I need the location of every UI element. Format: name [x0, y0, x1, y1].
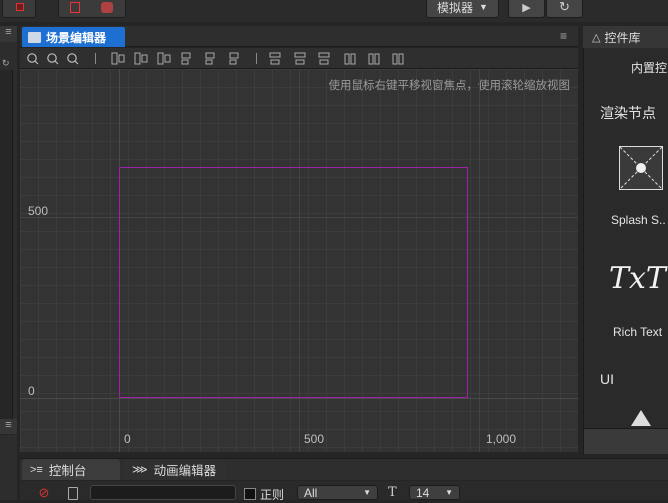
x-label-500: 500: [304, 432, 325, 446]
tab-scene-editor-label: 场景编辑器: [46, 30, 107, 45]
chevron-down-icon: ▼: [479, 2, 488, 12]
design-resolution-rect: [119, 167, 468, 398]
x-label-1000: 1,000: [486, 432, 517, 446]
tab-console-label: 控制台: [48, 464, 87, 478]
transform-tools-group[interactable]: [58, 0, 126, 18]
section-ui: UI: [600, 371, 614, 387]
simulator-dropdown[interactable]: 模拟器 ▼: [426, 0, 499, 18]
menu-icon[interactable]: ≡: [0, 419, 17, 434]
tab-console[interactable]: >≡ 控制台: [22, 459, 120, 480]
log-level-value: All: [304, 485, 318, 500]
scene-gizmo-button[interactable]: [2, 0, 36, 18]
clear-console-icon[interactable]: ⊘: [36, 485, 52, 500]
widget-label-splash: Splash S..: [611, 213, 666, 227]
font-size-icon: T: [388, 485, 397, 500]
console-search-input[interactable]: [90, 485, 236, 500]
image-icon: [28, 31, 41, 43]
widget-label-rich-text: Rich Text: [613, 325, 663, 339]
chevron-down-icon: ▼: [363, 488, 371, 497]
splash-sprite-glyph: [619, 146, 663, 190]
asset-panel-header: △ 控件库: [583, 26, 668, 48]
regex-label: 正则: [260, 488, 285, 502]
triangle-icon: △: [592, 31, 601, 44]
move-tool-icon: [101, 2, 113, 13]
scene-toolbar-icons: [27, 52, 404, 65]
left-panel-strip: ≡ ↻ ≡: [0, 26, 17, 500]
simulator-label: 模拟器: [437, 0, 474, 15]
refresh-button[interactable]: ↻: [546, 0, 583, 18]
regex-checkbox[interactable]: [244, 488, 256, 500]
section-render-nodes: 渲染节点: [600, 105, 656, 121]
y-label-0: 0: [28, 384, 35, 398]
gridline-1000-x: [479, 69, 480, 452]
x-label-0: 0: [124, 432, 131, 446]
tab-animation-editor[interactable]: ⋙ 动画编辑器: [124, 459, 226, 480]
refresh-icon[interactable]: ↻: [2, 58, 10, 69]
refresh-icon: ↻: [559, 0, 570, 14]
file-icon[interactable]: [68, 487, 78, 500]
animation-icon: ⋙: [132, 464, 148, 476]
asset-panel-footer: [584, 428, 668, 454]
viewport-hint: 使用鼠标右键平移视窗焦点，使用滚轮缩放视图: [328, 80, 571, 92]
font-size-value: 14: [416, 485, 430, 500]
scene-toolbar: [20, 48, 578, 69]
chevron-down-icon: ▼: [445, 488, 453, 497]
play-icon: ▶: [522, 1, 531, 14]
menu-icon[interactable]: ≡: [0, 26, 17, 42]
font-size-select[interactable]: 14 ▼: [409, 485, 460, 500]
tab-animation-label: 动画编辑器: [153, 464, 217, 478]
console-icon: >≡: [30, 463, 43, 476]
splash-sprite-icon[interactable]: [619, 146, 663, 190]
left-panel-body: [0, 70, 13, 435]
tab-scene-editor[interactable]: 场景编辑器: [22, 27, 125, 47]
play-button[interactable]: ▶: [508, 0, 545, 18]
rect-tool-icon: [70, 2, 80, 13]
asset-panel-title: 控件库: [604, 30, 641, 45]
rich-text-icon[interactable]: TxT: [609, 261, 666, 296]
panel-menu-icon[interactable]: ≡: [560, 29, 567, 43]
ui-widget-icon[interactable]: [631, 410, 651, 426]
asset-panel-content: 内置控 渲染节点 Splash S.. TxT Rich Text UI: [584, 48, 668, 428]
builtin-widgets-tab[interactable]: 内置控: [631, 59, 667, 76]
gizmo-icon: [16, 3, 24, 11]
y-label-500: 500: [28, 204, 49, 218]
log-level-select[interactable]: All ▼: [297, 485, 378, 500]
scene-viewport[interactable]: 使用鼠标右键平移视窗焦点，使用滚轮缩放视图 500 0 0 500 1,000: [20, 69, 578, 452]
